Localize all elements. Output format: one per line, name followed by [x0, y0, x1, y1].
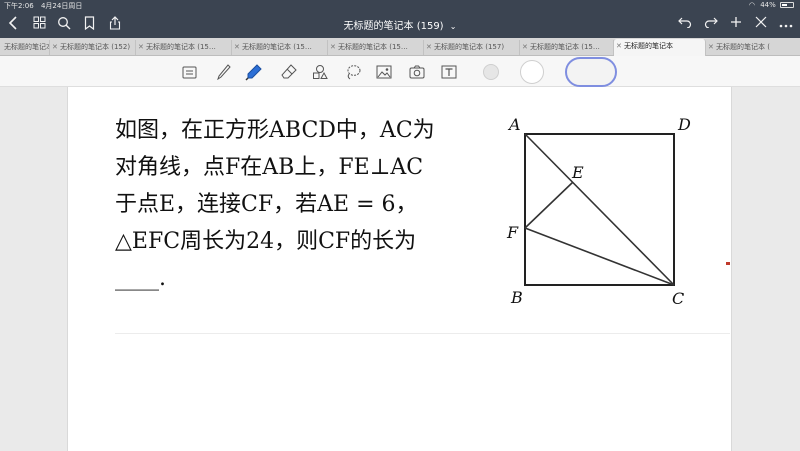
image-icon[interactable] [375, 63, 393, 81]
problem-line: ____. [115, 266, 166, 291]
tab-label: 无标题的笔记本 (15… [716, 43, 770, 51]
document-title[interactable]: 无标题的笔记本 (159) [344, 21, 444, 32]
close-icon[interactable]: ✕ [616, 39, 622, 54]
close-icon[interactable]: ✕ [330, 40, 336, 55]
shapes-icon[interactable] [311, 63, 329, 81]
tab-label: 无标题的笔记本 (152) [60, 43, 131, 51]
battery-icon [780, 2, 794, 8]
label-c: C [672, 289, 684, 308]
tab-notebook[interactable]: ✕ 无标题的笔记本 (152) [50, 40, 136, 55]
close-icon[interactable]: ✕ [52, 40, 58, 55]
segment-fc [524, 227, 675, 286]
status-date: 4月24日周日 [40, 2, 83, 10]
tab-label: 无标题的笔记本 (15… [530, 43, 600, 51]
page-marker [726, 262, 730, 265]
close-icon[interactable]: ✕ [138, 40, 144, 55]
tab-label: 无标题的笔记本 (157) [434, 43, 505, 51]
fullscreen-icon[interactable] [752, 16, 770, 34]
label-e: E [571, 163, 584, 182]
page-divider [115, 333, 730, 334]
status-time: 下午2:06 [4, 2, 34, 10]
tab-notebook[interactable]: ✕ 无标题的笔记本 (157) [424, 40, 520, 55]
title-bar: 下午2:06 4月24日周日 ◠ 44% 无标题的笔记本 (159) ⌄ [0, 0, 800, 38]
tab-notebook[interactable]: ✕ 无标题的笔记本 (15… [706, 40, 770, 55]
status-bar: 下午2:06 4月24日周日 ◠ 44% [0, 0, 800, 12]
diagonal-ac [524, 133, 675, 286]
tab-notebook[interactable]: ✕ 无标题的笔记本 (15… [328, 40, 424, 55]
close-icon[interactable]: ✕ [708, 40, 714, 55]
color-swatch[interactable] [520, 60, 544, 84]
problem-text: 如图，在正方形ABCD中，AC为 对角线，点F在AB上，FE⊥AC 于点E，连接… [115, 112, 495, 297]
problem-line: 于点E，连接CF，若AE = 6， [115, 192, 418, 217]
camera-icon[interactable] [408, 63, 426, 81]
wifi-icon: ◠ [748, 1, 755, 9]
tab-notebook[interactable]: ✕ 无标题的笔记本 (15… [232, 40, 328, 55]
text-icon[interactable] [440, 63, 458, 81]
tab-notebook[interactable]: 无标题的笔记本 (151) [0, 40, 50, 55]
segment-fe [524, 181, 574, 229]
eraser-icon[interactable] [280, 63, 298, 81]
tab-notebook[interactable]: ✕ 无标题的笔记本 (15… [136, 40, 232, 55]
keyboard-icon[interactable] [180, 63, 198, 81]
label-a: A [507, 115, 521, 134]
label-f: F [506, 223, 519, 242]
lasso-icon[interactable] [344, 63, 362, 81]
tab-label: 无标题的笔记本 (151) [4, 43, 50, 51]
close-icon[interactable]: ✕ [234, 40, 240, 55]
color-swatch-selected[interactable] [565, 57, 617, 87]
tool-bar [0, 56, 800, 87]
close-icon[interactable]: ✕ [426, 40, 432, 55]
add-page-icon[interactable] [727, 16, 745, 34]
pen-icon[interactable] [215, 63, 233, 81]
color-swatch[interactable] [483, 64, 499, 80]
more-icon[interactable] [777, 16, 795, 34]
tab-notebook-active[interactable]: ✕ 无标题的笔记本 [614, 39, 706, 56]
problem-line: 对角线，点F在AB上，FE⊥AC [115, 155, 424, 180]
tab-label: 无标题的笔记本 [624, 42, 673, 50]
label-b: B [510, 288, 523, 307]
geometry-figure: A D E F B C [506, 115, 691, 308]
battery-percent: 44% [760, 1, 776, 9]
tab-label: 无标题的笔记本 (15… [146, 43, 216, 51]
problem-line: △EFC周长为24，则CF的长为 [115, 229, 417, 254]
close-icon[interactable]: ✕ [522, 40, 528, 55]
tab-strip: 无标题的笔记本 (151) ✕ 无标题的笔记本 (152) ✕ 无标题的笔记本 … [0, 38, 800, 56]
label-d: D [677, 115, 691, 134]
undo-icon[interactable] [676, 16, 694, 34]
tab-notebook[interactable]: ✕ 无标题的笔记本 (15… [520, 40, 614, 55]
highlighter-icon[interactable] [245, 63, 263, 81]
tab-label: 无标题的笔记本 (15… [338, 43, 408, 51]
chevron-down-icon[interactable]: ⌄ [450, 22, 457, 31]
problem-line: 如图，在正方形ABCD中，AC为 [115, 118, 435, 143]
tab-label: 无标题的笔记本 (15… [242, 43, 312, 51]
redo-icon[interactable] [702, 16, 720, 34]
